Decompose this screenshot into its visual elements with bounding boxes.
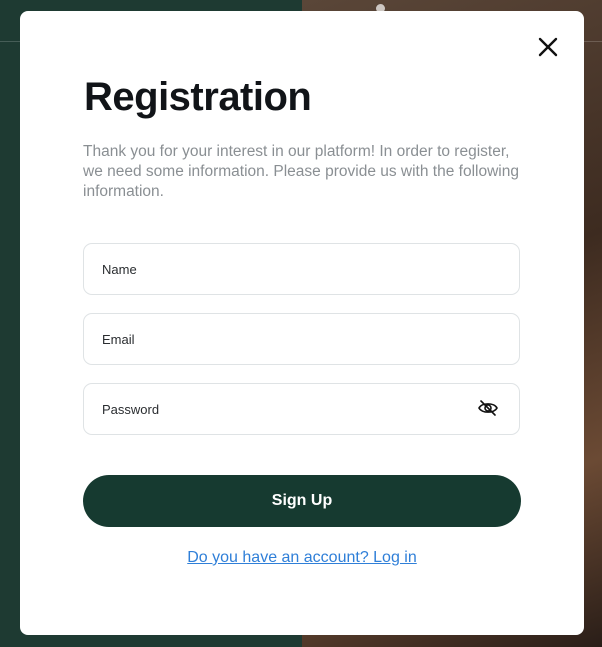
- name-field[interactable]: [83, 243, 520, 295]
- modal-title: Registration: [84, 75, 312, 119]
- email-input[interactable]: [102, 314, 462, 364]
- close-icon[interactable]: [538, 37, 558, 57]
- eye-off-icon[interactable]: [477, 398, 501, 420]
- password-field[interactable]: [83, 383, 520, 435]
- registration-modal: Registration Thank you for your interest…: [20, 11, 584, 635]
- modal-description: Thank you for your interest in our platf…: [83, 143, 519, 200]
- login-link[interactable]: Do you have an account? Log in: [20, 549, 584, 567]
- password-input[interactable]: [102, 384, 462, 434]
- sign-up-button[interactable]: Sign Up: [83, 475, 521, 527]
- name-input[interactable]: [102, 244, 462, 294]
- email-field[interactable]: [83, 313, 520, 365]
